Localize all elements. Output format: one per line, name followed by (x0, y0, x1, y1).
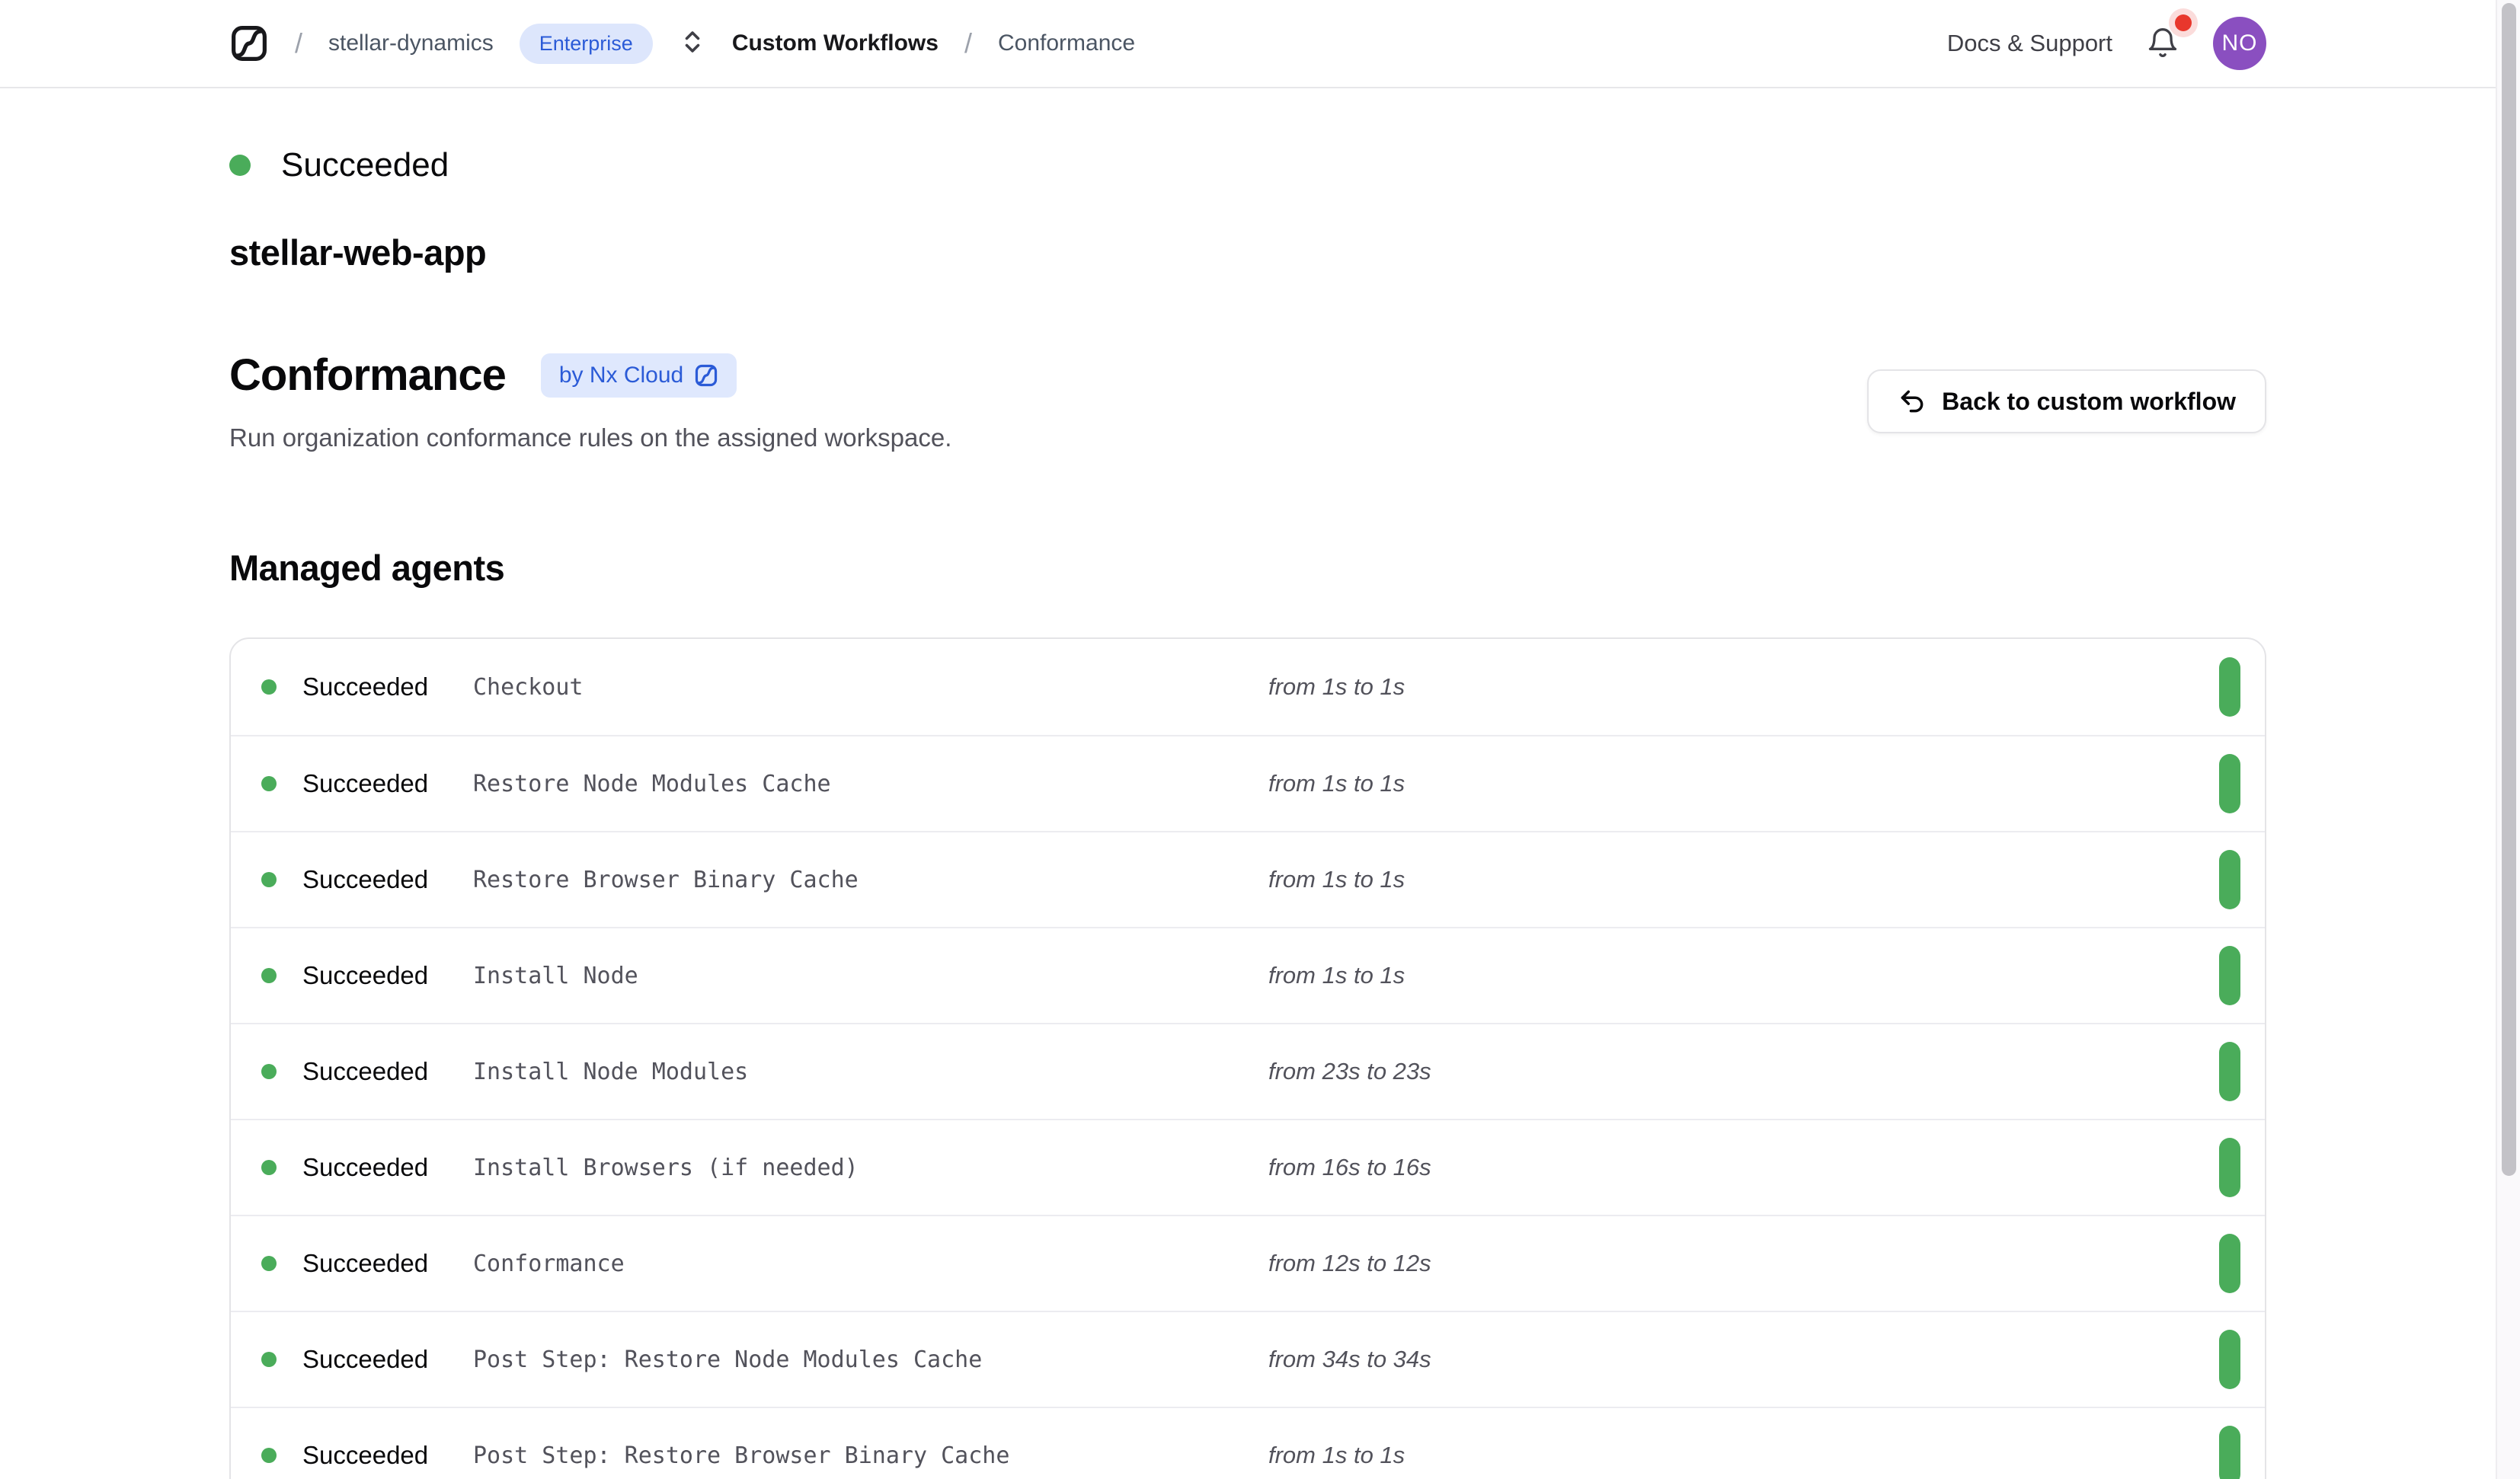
step-duration-bar (2219, 850, 2240, 909)
workflow-description: Run organization conformance rules on th… (229, 423, 951, 452)
step-status: Succeeded (261, 1441, 473, 1470)
step-status: Succeeded (261, 1345, 473, 1374)
avatar[interactable]: NO (2213, 17, 2266, 70)
agent-step-row[interactable]: Succeeded Install Browsers (if needed) f… (231, 1119, 2265, 1215)
step-duration-bar (2219, 1042, 2240, 1101)
breadcrumb: / stellar-dynamics Enterprise Custom Wor… (229, 24, 1135, 64)
step-duration: from 1s to 1s (1268, 1442, 2219, 1469)
step-status-label: Succeeded (302, 1249, 428, 1278)
org-plan-badge: Enterprise (520, 24, 653, 64)
breadcrumb-separator: / (964, 27, 972, 59)
agent-step-row[interactable]: Succeeded Install Node from 1s to 1s (231, 927, 2265, 1023)
step-status: Succeeded (261, 769, 473, 798)
step-status-label: Succeeded (302, 1153, 428, 1182)
content-area: / stellar-dynamics Enterprise Custom Wor… (0, 0, 2496, 1479)
notification-dot (2175, 14, 2192, 31)
run-status: Succeeded (229, 146, 2266, 184)
breadcrumb-section[interactable]: Custom Workflows (732, 30, 939, 56)
step-duration-bar (2219, 1330, 2240, 1389)
agent-step-row[interactable]: Succeeded Conformance from 12s to 12s (231, 1215, 2265, 1311)
step-status-label: Succeeded (302, 769, 428, 798)
success-dot-icon (261, 1256, 277, 1271)
nx-logo-icon (694, 363, 718, 388)
managed-agents-heading: Managed agents (229, 547, 2266, 589)
managed-agents-list: Succeeded Checkout from 1s to 1s Succeed… (229, 637, 2266, 1479)
step-duration: from 12s to 12s (1268, 1250, 2219, 1277)
step-duration-bar (2219, 657, 2240, 717)
nx-cloud-badge[interactable]: by Nx Cloud (541, 353, 737, 398)
success-dot-icon (261, 1064, 277, 1079)
step-status: Succeeded (261, 672, 473, 701)
step-status: Succeeded (261, 961, 473, 990)
step-name: Restore Node Modules Cache (473, 771, 1268, 797)
success-dot-icon (261, 968, 277, 983)
step-status: Succeeded (261, 1057, 473, 1086)
step-status-label: Succeeded (302, 865, 428, 894)
agent-step-row[interactable]: Succeeded Restore Node Modules Cache fro… (231, 735, 2265, 831)
step-duration-bar (2219, 1234, 2240, 1293)
step-status: Succeeded (261, 1153, 473, 1182)
success-dot-icon (261, 776, 277, 791)
docs-support-link[interactable]: Docs & Support (1947, 30, 2112, 57)
scrollbar-thumb[interactable] (2502, 3, 2516, 1176)
step-status-label: Succeeded (302, 1345, 428, 1374)
nav-right: Docs & Support NO (1947, 17, 2266, 70)
step-name: Post Step: Restore Browser Binary Cache (473, 1442, 1268, 1469)
step-duration: from 34s to 34s (1268, 1346, 2219, 1373)
success-dot-icon (261, 872, 277, 887)
back-button-label: Back to custom workflow (1942, 388, 2236, 416)
bell-icon (2146, 25, 2179, 62)
top-nav: / stellar-dynamics Enterprise Custom Wor… (0, 0, 2496, 88)
step-status-label: Succeeded (302, 961, 428, 990)
step-duration-bar (2219, 1138, 2240, 1197)
success-dot-icon (261, 1352, 277, 1367)
step-duration: from 1s to 1s (1268, 866, 2219, 893)
step-name: Install Browsers (if needed) (473, 1155, 1268, 1181)
notifications-button[interactable] (2146, 25, 2179, 62)
step-name: Checkout (473, 674, 1268, 701)
step-duration-bar (2219, 1426, 2240, 1479)
run-status-label: Succeeded (281, 146, 449, 184)
agent-step-row[interactable]: Succeeded Install Node Modules from 23s … (231, 1023, 2265, 1119)
step-status: Succeeded (261, 865, 473, 894)
success-dot-icon (261, 679, 277, 695)
nx-logo-icon[interactable] (229, 24, 269, 63)
agent-step-row[interactable]: Succeeded Post Step: Restore Browser Bin… (231, 1407, 2265, 1479)
workflow-title: Conformance (229, 350, 506, 401)
step-name: Install Node (473, 963, 1268, 989)
success-dot-icon (261, 1448, 277, 1463)
step-duration: from 16s to 16s (1268, 1154, 2219, 1181)
workspace-title: stellar-web-app (229, 232, 2266, 273)
step-duration: from 23s to 23s (1268, 1058, 2219, 1085)
step-duration: from 1s to 1s (1268, 673, 2219, 701)
step-name: Post Step: Restore Node Modules Cache (473, 1346, 1268, 1373)
chevrons-up-down-icon[interactable] (679, 28, 706, 59)
back-to-custom-workflow-button[interactable]: Back to custom workflow (1867, 369, 2266, 433)
breadcrumb-page[interactable]: Conformance (998, 30, 1135, 56)
step-status-label: Succeeded (302, 1057, 428, 1086)
step-name: Conformance (473, 1251, 1268, 1277)
workflow-header: Conformance by Nx Cloud Run organization… (229, 350, 2266, 452)
step-status-label: Succeeded (302, 1441, 428, 1470)
page-scrollbar (2496, 0, 2520, 1479)
agent-step-row[interactable]: Succeeded Checkout from 1s to 1s (231, 639, 2265, 735)
success-dot-icon (229, 155, 251, 176)
step-name: Restore Browser Binary Cache (473, 867, 1268, 893)
step-name: Install Node Modules (473, 1059, 1268, 1085)
nx-cloud-badge-label: by Nx Cloud (559, 363, 683, 388)
undo-arrow-icon (1898, 387, 1927, 416)
step-duration: from 1s to 1s (1268, 962, 2219, 989)
success-dot-icon (261, 1160, 277, 1175)
step-duration-bar (2219, 946, 2240, 1005)
agent-step-row[interactable]: Succeeded Post Step: Restore Node Module… (231, 1311, 2265, 1407)
breadcrumb-separator: / (295, 27, 302, 59)
step-status-label: Succeeded (302, 672, 428, 701)
breadcrumb-org[interactable]: stellar-dynamics (328, 30, 494, 56)
step-duration-bar (2219, 754, 2240, 813)
step-duration: from 1s to 1s (1268, 770, 2219, 797)
agent-step-row[interactable]: Succeeded Restore Browser Binary Cache f… (231, 831, 2265, 927)
step-status: Succeeded (261, 1249, 473, 1278)
main-content: Succeeded stellar-web-app Conformance by… (229, 88, 2266, 1479)
